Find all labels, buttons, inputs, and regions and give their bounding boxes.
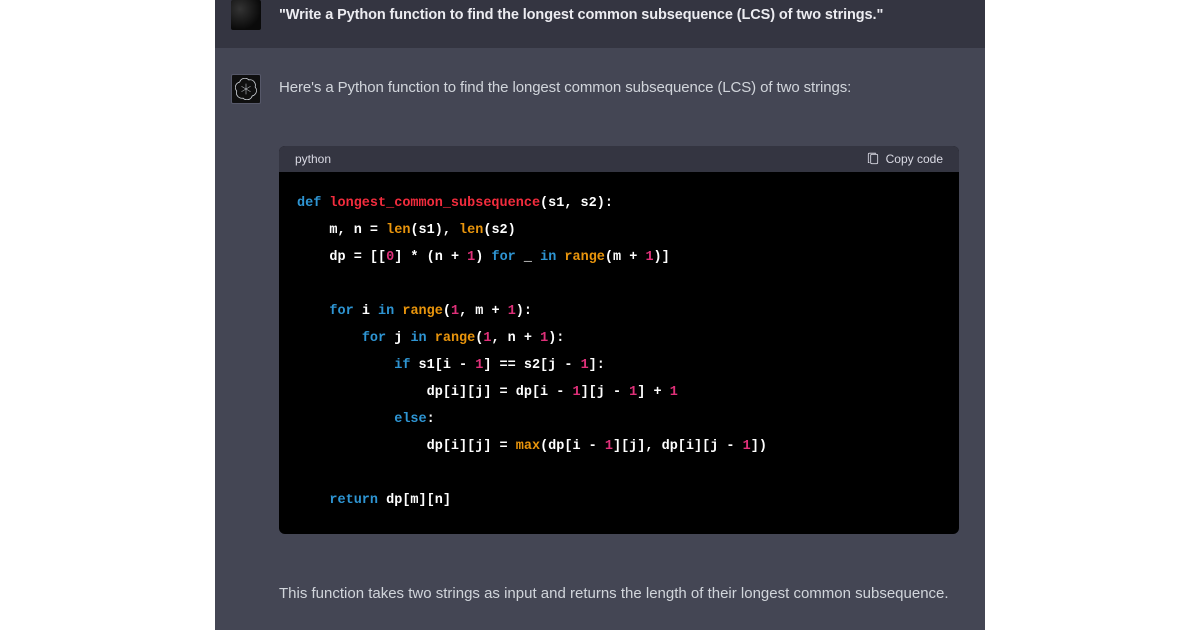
copy-code-label: Copy code: [886, 152, 943, 166]
code-block: python Copy code def longest_common_subs…: [279, 146, 959, 534]
assistant-message-row: Here's a Python function to find the lon…: [215, 48, 985, 619]
code-language-label: python: [295, 152, 331, 166]
user-avatar: [231, 0, 261, 30]
code-block-header: python Copy code: [279, 146, 959, 172]
user-message-text: "Write a Python function to find the lon…: [279, 0, 883, 27]
assistant-intro-text: Here's a Python function to find the lon…: [279, 74, 851, 100]
assistant-outro-text: This function takes two strings as input…: [279, 580, 949, 609]
copy-code-button[interactable]: Copy code: [866, 152, 943, 166]
chat-container: "Write a Python function to find the lon…: [215, 0, 985, 630]
openai-logo-icon: [235, 78, 257, 100]
clipboard-icon: [866, 152, 880, 166]
assistant-avatar: [231, 74, 261, 104]
code-body[interactable]: def longest_common_subsequence(s1, s2): …: [279, 172, 959, 534]
user-message-row: "Write a Python function to find the lon…: [215, 0, 985, 48]
assistant-header: Here's a Python function to find the lon…: [231, 74, 961, 104]
